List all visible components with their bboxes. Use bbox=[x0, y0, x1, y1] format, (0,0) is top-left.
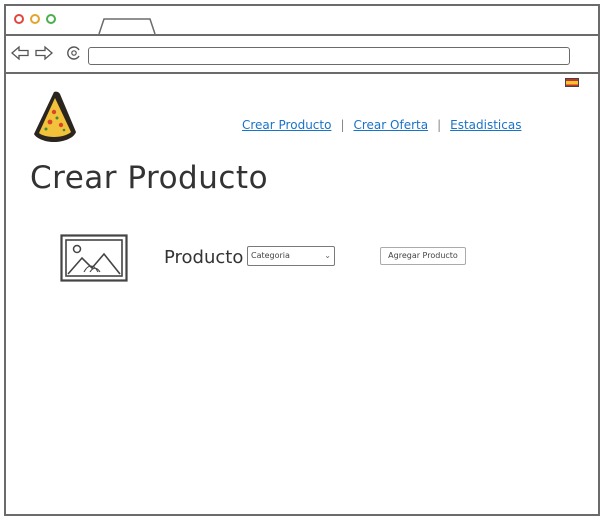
forward-arrow-icon[interactable] bbox=[34, 44, 54, 62]
image-placeholder-icon[interactable] bbox=[60, 234, 128, 282]
add-product-button[interactable]: Agregar Producto bbox=[380, 247, 466, 265]
nav-crear-producto[interactable]: Crear Producto bbox=[242, 118, 331, 132]
chevron-down-icon: ⌄ bbox=[324, 251, 331, 260]
page-title: Crear Producto bbox=[30, 160, 269, 196]
nav-estadisticas[interactable]: Estadisticas bbox=[450, 118, 521, 132]
flag-spain-icon[interactable] bbox=[565, 78, 579, 87]
category-select-value: Categoria bbox=[251, 251, 290, 260]
close-window-icon[interactable] bbox=[14, 14, 24, 24]
main-nav: Crear Producto | Crear Oferta | Estadisticas bbox=[242, 118, 521, 132]
browser-tab[interactable] bbox=[98, 18, 156, 34]
browser-toolbar bbox=[6, 36, 598, 74]
browser-window: Crear Producto | Crear Oferta | Estadisticas… bbox=[4, 4, 600, 516]
nav-crear-oferta[interactable]: Crear Oferta bbox=[353, 118, 428, 132]
minimize-window-icon[interactable] bbox=[30, 14, 40, 24]
category-select[interactable]: Categoria ⌄ bbox=[247, 246, 335, 266]
title-bar bbox=[6, 6, 598, 36]
nav-separator: | bbox=[340, 118, 345, 132]
maximize-window-icon[interactable] bbox=[46, 14, 56, 24]
reload-icon[interactable] bbox=[64, 44, 84, 62]
pizza-slice-logo[interactable] bbox=[30, 88, 80, 144]
address-bar[interactable] bbox=[88, 47, 570, 65]
product-label: Producto bbox=[164, 247, 244, 268]
nav-separator: | bbox=[437, 118, 442, 132]
back-arrow-icon[interactable] bbox=[10, 44, 30, 62]
